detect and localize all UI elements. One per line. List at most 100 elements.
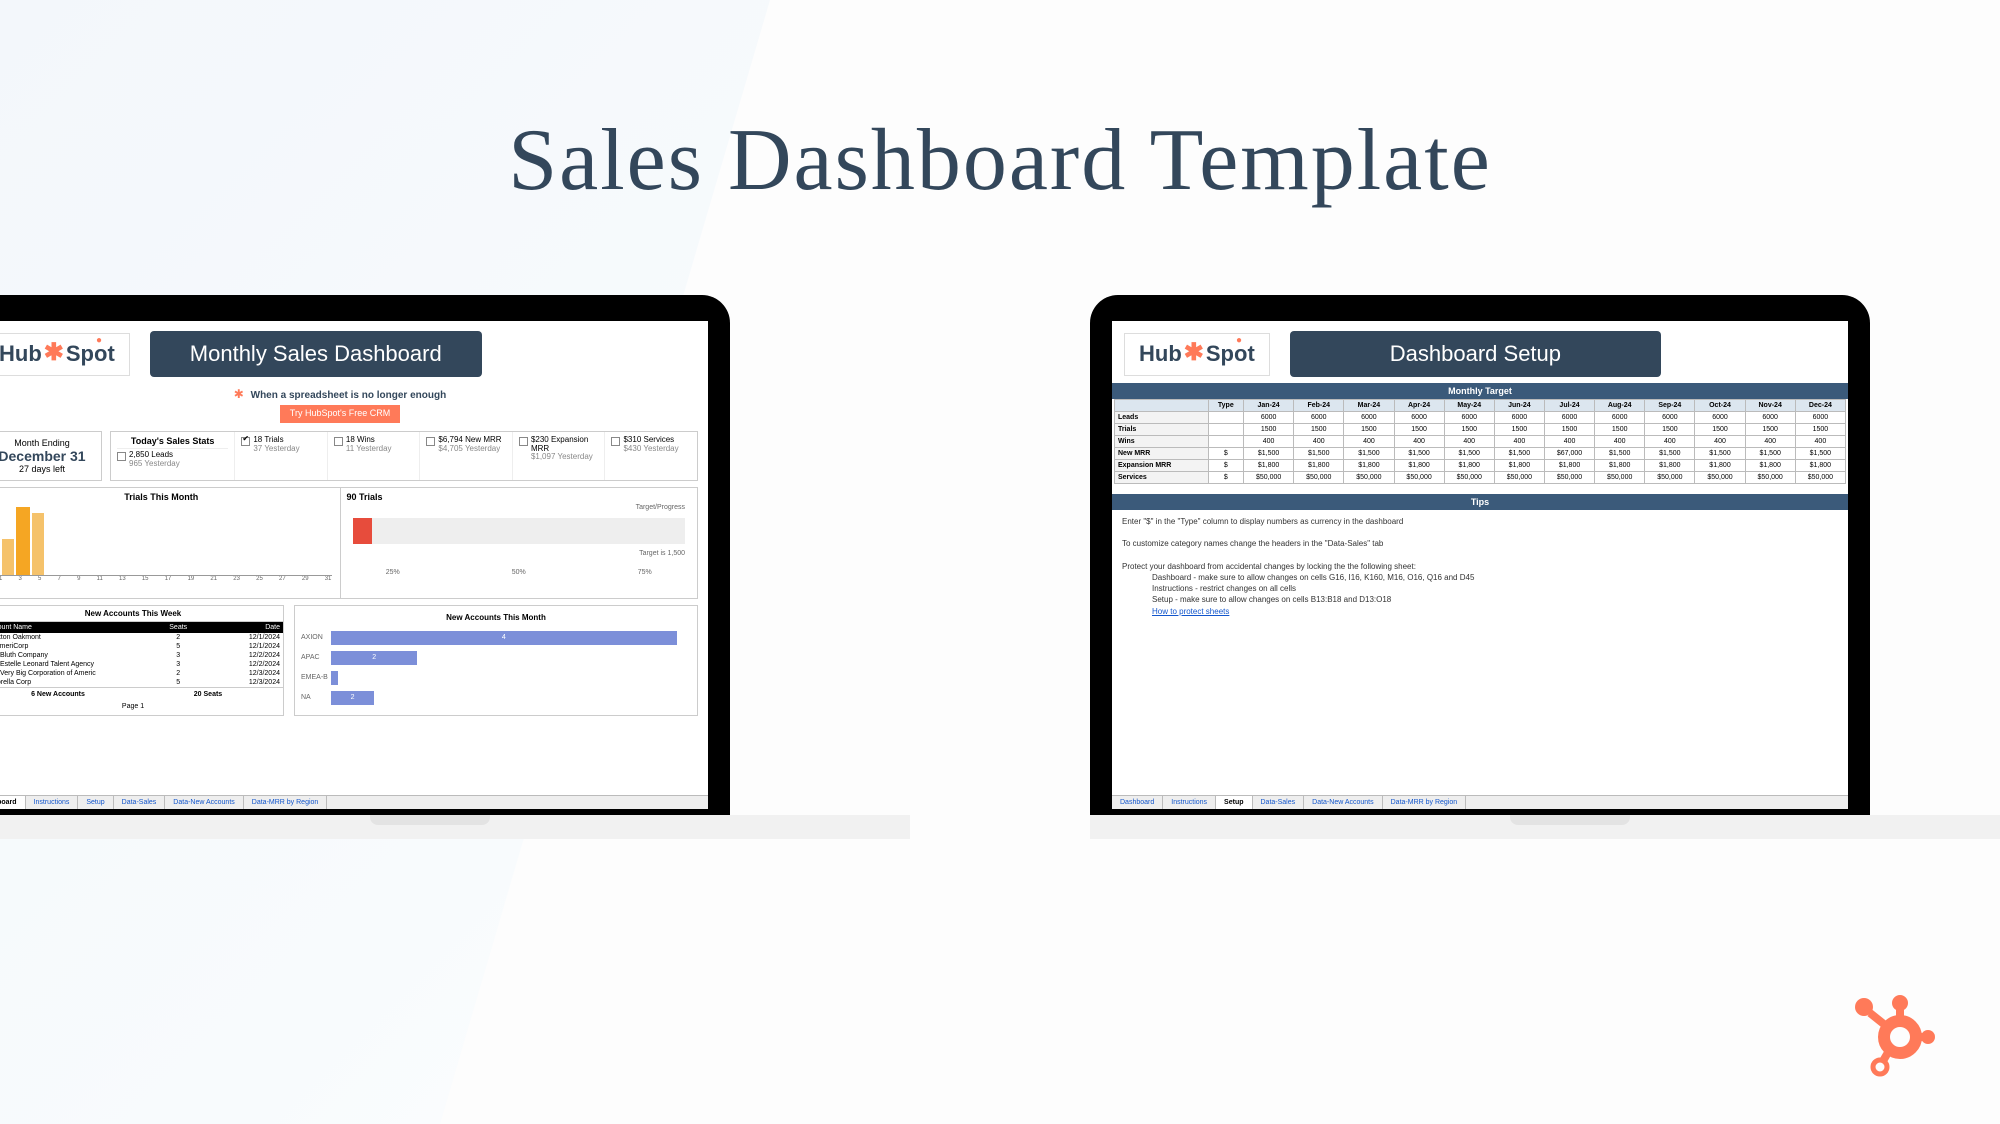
table-row[interactable]: Expansion MRR$$1,800$1,800$1,800$1,800$1… bbox=[1115, 460, 1846, 472]
foot-left: 6 New Accounts bbox=[0, 688, 133, 701]
sheet-tabs-right: DashboardInstructionsSetupData-SalesData… bbox=[1112, 795, 1848, 809]
trials-bar bbox=[2, 539, 14, 575]
laptop-row: Hub✱Spo●t Monthly Sales Dashboard ✱ When… bbox=[0, 295, 2000, 841]
month-ending-label: Month Ending bbox=[0, 438, 91, 448]
progress-fill bbox=[353, 518, 373, 544]
promo-text: When a spreadsheet is no longer enough bbox=[251, 390, 447, 401]
monthly-target-table: TypeJan-24Feb-24Mar-24Apr-24May-24Jun-24… bbox=[1114, 399, 1846, 484]
laptop-base bbox=[1090, 815, 2000, 839]
sheet-tab[interactable]: Instructions bbox=[1163, 796, 1216, 809]
progress-label: Target/Progress bbox=[636, 504, 685, 511]
table-row[interactable]: Stratton Oakmont212/1/2024 bbox=[0, 633, 283, 642]
accounts-month-box: New Accounts This Month AXION4 APAC2 EMEA-… bbox=[294, 605, 698, 716]
stat-leads[interactable]: 2,850 Leads965 Yesterday bbox=[117, 451, 228, 469]
sheet-tab[interactable]: Dashboard bbox=[0, 796, 26, 809]
stat-value: 18 Trials bbox=[253, 435, 283, 444]
table-row[interactable]: The Estelle Leonard Talent Agency312/2/2… bbox=[0, 660, 283, 669]
stat-value: 18 Wins bbox=[346, 435, 375, 444]
tip-line: Enter "$" in the "Type" column to displa… bbox=[1122, 516, 1838, 527]
tips-header: Tips bbox=[1112, 494, 1848, 510]
laptop-left-bezel: Hub✱Spo●t Monthly Sales Dashboard ✱ When… bbox=[0, 295, 730, 817]
hubspot-corner-icon bbox=[1850, 989, 1940, 1084]
table-row[interactable]: Services$$50,000$50,000$50,000$50,000$50… bbox=[1115, 472, 1846, 484]
stat-sub: $4,705 Yesterday bbox=[438, 444, 500, 453]
sheet-tab[interactable]: Data-Sales bbox=[1253, 796, 1305, 809]
stat-value: 2,850 Leads bbox=[129, 450, 173, 459]
todays-stats-row: Today's Sales Stats 2,850 Leads965 Yeste… bbox=[110, 431, 698, 481]
stat-value: $6,794 New MRR bbox=[438, 435, 501, 444]
checkbox-icon[interactable] bbox=[241, 437, 250, 446]
sheet-tab[interactable]: Data-New Accounts bbox=[165, 796, 243, 809]
table-row[interactable]: Umbrella Corp512/3/2024 bbox=[0, 678, 283, 687]
protect-sheets-link[interactable]: How to protect sheets bbox=[1152, 607, 1229, 616]
hbar-row: AXION4 bbox=[301, 631, 691, 645]
sheet-tab[interactable]: Data-Sales bbox=[114, 796, 166, 809]
trials-progress-chart: 90 Trials Target/Progress Target is 1,50… bbox=[340, 488, 698, 598]
tick: 75% bbox=[638, 569, 652, 576]
hbar-row: NA2 bbox=[301, 691, 691, 705]
accounts-week-title: New Accounts This Week bbox=[0, 606, 283, 622]
table-row[interactable]: The Very Big Corporation of Americ212/3/… bbox=[0, 669, 283, 678]
page-title: Sales Dashboard Template bbox=[0, 110, 2000, 211]
trials-bar bbox=[32, 513, 44, 575]
month-ending-date: December 31 bbox=[0, 448, 91, 464]
sheet-tab[interactable]: Data-New Accounts bbox=[1304, 796, 1382, 809]
progress-ticks: 25% 50% 75% bbox=[353, 569, 686, 576]
stat-wins[interactable]: 18 Wins11 Yesterday bbox=[334, 436, 414, 454]
table-row[interactable]: Wins400400400400400400400400400400400400 bbox=[1115, 436, 1846, 448]
sheet-tabs-left: DashboardInstructionsSetupData-SalesData… bbox=[0, 795, 708, 809]
checkbox-icon[interactable] bbox=[519, 437, 528, 446]
laptop-left-screen: Hub✱Spo●t Monthly Sales Dashboard ✱ When… bbox=[0, 321, 708, 809]
sheet-tab[interactable]: Setup bbox=[1216, 796, 1252, 809]
stat-services[interactable]: $310 Services$430 Yesterday bbox=[611, 436, 691, 454]
stat-trials[interactable]: 18 Trials37 Yesterday bbox=[241, 436, 321, 454]
month-ending-sub: 27 days left bbox=[0, 464, 91, 474]
stat-sub: $430 Yesterday bbox=[623, 444, 678, 453]
progress-target: Target is 1,500 bbox=[639, 550, 685, 557]
sheet-tab[interactable]: Data-MRR by Region bbox=[1383, 796, 1467, 809]
table-row[interactable]: TelAmeriCorp512/1/2024 bbox=[0, 642, 283, 651]
hubspot-logo: Hub✱Spo●t bbox=[1124, 333, 1270, 376]
checkbox-icon[interactable] bbox=[334, 437, 343, 446]
tips-body: Enter "$" in the "Type" column to displa… bbox=[1112, 510, 1848, 623]
stat-sub: $1,097 Yesterday bbox=[531, 452, 593, 461]
accounts-month-title: New Accounts This Month bbox=[301, 610, 691, 625]
stat-sub: 11 Yesterday bbox=[346, 444, 392, 453]
table-row[interactable]: Trials1500150015001500150015001500150015… bbox=[1115, 424, 1846, 436]
trials-month-title: Trials This Month bbox=[0, 492, 334, 502]
stat-exp-mrr[interactable]: $230 Expansion MRR$1,097 Yesterday bbox=[519, 436, 599, 462]
table-row[interactable]: New MRR$$1,500$1,500$1,500$1,500$1,500$1… bbox=[1115, 448, 1846, 460]
stat-value: $230 Expansion MRR bbox=[531, 435, 588, 453]
stat-new-mrr[interactable]: $6,794 New MRR$4,705 Yesterday bbox=[426, 436, 506, 454]
checkbox-icon[interactable] bbox=[117, 452, 126, 461]
stat-sub: 965 Yesterday bbox=[129, 459, 180, 468]
col-date: Date bbox=[208, 622, 283, 633]
promo-block: ✱ When a spreadsheet is no longer enough… bbox=[0, 387, 708, 423]
left-title-bar: Monthly Sales Dashboard bbox=[150, 331, 482, 377]
sprocket-icon: ✱ bbox=[1184, 338, 1204, 367]
sprocket-icon: ✱ bbox=[234, 387, 244, 401]
stat-value: $310 Services bbox=[623, 435, 674, 444]
hbar-row: APAC2 bbox=[301, 651, 691, 665]
month-ending-box: Month Ending December 31 27 days left bbox=[0, 431, 102, 481]
accounts-page: Page 1 bbox=[0, 701, 283, 712]
hbar-row: EMEA-B bbox=[301, 671, 691, 685]
stat-sub: 37 Yesterday bbox=[253, 444, 299, 453]
laptop-right-screen: Hub✱Spo●t Dashboard Setup Monthly Target… bbox=[1112, 321, 1848, 809]
tip-sub: Setup - make sure to allow changes on ce… bbox=[1152, 594, 1838, 605]
table-row[interactable]: The Bluth Company312/2/2024 bbox=[0, 651, 283, 660]
try-crm-button[interactable]: Try HubSpot's Free CRM bbox=[280, 405, 400, 423]
left-header-row: Hub✱Spo●t Monthly Sales Dashboard bbox=[0, 321, 708, 383]
checkbox-icon[interactable] bbox=[611, 437, 620, 446]
bottom-row: New Accounts This Week Account Name Seat… bbox=[0, 605, 698, 716]
checkbox-icon[interactable] bbox=[426, 437, 435, 446]
sheet-tab[interactable]: Instructions bbox=[26, 796, 79, 809]
tip-sub: Dashboard - make sure to allow changes o… bbox=[1152, 572, 1838, 583]
tip-line: Protect your dashboard from accidental c… bbox=[1122, 561, 1838, 572]
sheet-tab[interactable]: Setup bbox=[78, 796, 113, 809]
sheet-tab[interactable]: Data-MRR by Region bbox=[244, 796, 328, 809]
tip-sub: Instructions - restrict changes on all c… bbox=[1152, 583, 1838, 594]
table-row[interactable]: Leads60006000600060006000600060006000600… bbox=[1115, 412, 1846, 424]
laptop-left: Hub✱Spo●t Monthly Sales Dashboard ✱ When… bbox=[0, 295, 910, 841]
sheet-tab[interactable]: Dashboard bbox=[1112, 796, 1163, 809]
